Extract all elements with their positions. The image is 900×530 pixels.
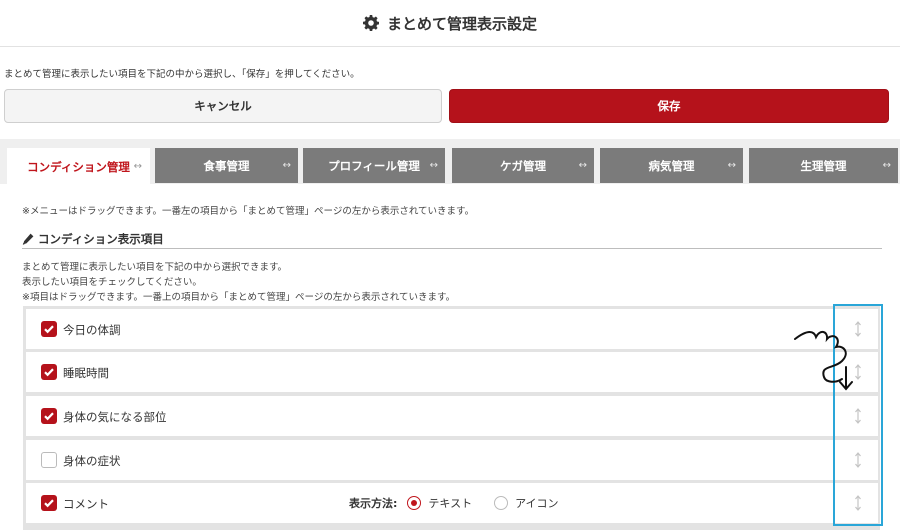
- list-item[interactable]: コメント 表示方法: テキスト アイコン: [26, 483, 878, 523]
- tab-profile[interactable]: プロフィール管理 ↔: [303, 148, 445, 183]
- tab-menstruation[interactable]: 生理管理 ↔: [749, 148, 898, 183]
- drag-handle-icon[interactable]: [853, 408, 863, 424]
- tab-label: 食事管理: [203, 158, 250, 173]
- display-method-label: 表示方法:: [349, 497, 398, 510]
- radio-icon[interactable]: [494, 496, 509, 510]
- gear-icon: [362, 15, 379, 31]
- radio-text[interactable]: [407, 496, 422, 510]
- section-description: 表示したい項目をチェックしてください。: [22, 277, 202, 288]
- list-item[interactable]: 身体の気になる部位: [26, 396, 878, 436]
- tab-meal[interactable]: 食事管理 ↔: [155, 148, 298, 183]
- list-item[interactable]: 今日の体調: [26, 309, 878, 349]
- list-item[interactable]: 睡眠時間: [26, 352, 878, 392]
- drag-handle-icon[interactable]: [853, 452, 863, 468]
- item-label: コメント: [63, 497, 109, 511]
- tab-label: 生理管理: [800, 158, 847, 173]
- save-button[interactable]: 保存: [449, 89, 889, 123]
- drag-arrow-icon: ↔: [429, 160, 438, 171]
- drag-handle-icon[interactable]: [853, 495, 863, 511]
- section-description: ※項目はドラッグできます。一番上の項目から「まとめて管理」ページの左から表示され…: [22, 292, 456, 303]
- list-item[interactable]: 身体の症状: [26, 440, 878, 480]
- checkbox[interactable]: [41, 408, 57, 424]
- tab-label: プロフィール管理: [328, 158, 420, 173]
- check-icon: [44, 499, 54, 508]
- section-description: まとめて管理に表示したい項目を下記の中から選択できます。: [22, 262, 288, 273]
- check-icon: [44, 368, 54, 377]
- tab-condition[interactable]: コンディション管理 ↔: [7, 148, 150, 185]
- tab-label: コンディション管理: [27, 159, 130, 174]
- display-method-group: 表示方法: テキスト アイコン: [349, 495, 581, 511]
- section-title: コンディション表示項目: [22, 229, 882, 249]
- checkbox[interactable]: [41, 452, 57, 468]
- checkbox[interactable]: [41, 495, 57, 511]
- checkbox[interactable]: [41, 364, 57, 380]
- item-label: 身体の症状: [63, 454, 121, 468]
- item-label: 今日の体調: [63, 323, 121, 337]
- drag-arrow-icon: ↔: [578, 160, 587, 171]
- tab-illness[interactable]: 病気管理 ↔: [600, 148, 743, 183]
- divider-band: [0, 139, 900, 147]
- check-icon: [44, 325, 54, 334]
- tab-note: ※メニューはドラッグできます。一番左の項目から「まとめて管理」ページの左から表示…: [22, 206, 475, 217]
- drag-gesture-icon: [794, 331, 853, 391]
- radio-label: テキスト: [428, 497, 473, 510]
- item-label: 身体の気になる部位: [63, 410, 167, 424]
- drag-arrow-icon: ↔: [282, 160, 291, 171]
- section-title-text: コンディション表示項目: [38, 231, 164, 246]
- checkbox[interactable]: [41, 321, 57, 337]
- check-icon: [44, 412, 54, 421]
- drag-arrow-icon: ↔: [133, 161, 142, 172]
- drag-arrow-icon: ↔: [882, 160, 891, 171]
- tab-label: ケガ管理: [500, 158, 546, 173]
- drag-arrow-icon: ↔: [727, 160, 736, 171]
- tab-label: 病気管理: [648, 158, 695, 173]
- page-header: まとめて管理表示設定: [0, 0, 900, 47]
- radio-label: アイコン: [515, 497, 559, 510]
- item-label: 睡眠時間: [63, 366, 109, 380]
- instruction-text: まとめて管理に表示したい項目を下記の中から選択し、「保存」を押してください。: [4, 69, 360, 80]
- page-title: まとめて管理表示設定: [386, 14, 537, 33]
- pencil-icon: [22, 233, 34, 245]
- cancel-button[interactable]: キャンセル: [4, 89, 442, 123]
- tab-injury[interactable]: ケガ管理 ↔: [452, 148, 594, 183]
